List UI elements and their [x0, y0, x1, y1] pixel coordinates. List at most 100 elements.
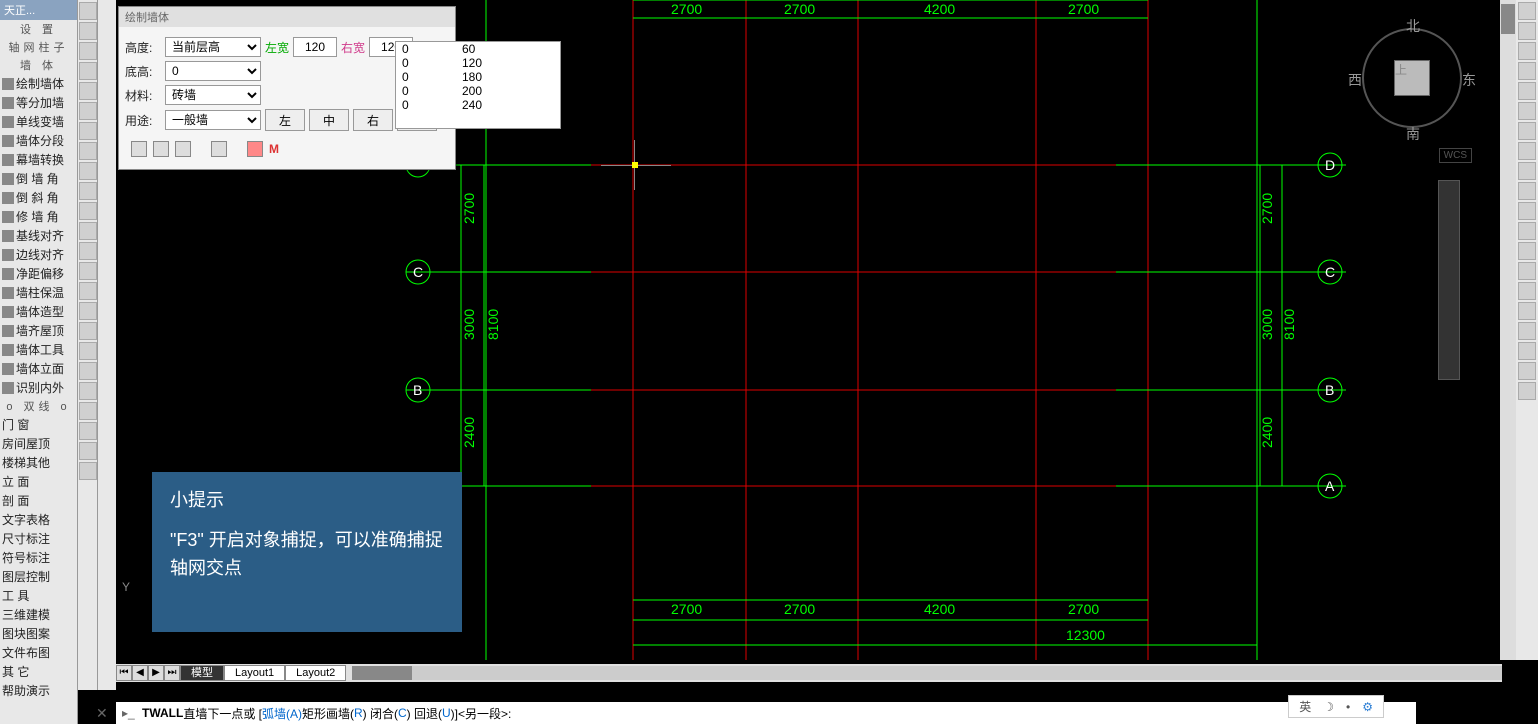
tool-icon[interactable] — [79, 402, 97, 420]
brush-icon[interactable] — [211, 141, 227, 157]
menu-item[interactable]: 帮助演示 — [0, 681, 77, 700]
tool-icon[interactable] — [1518, 82, 1536, 100]
menu-item[interactable]: 绘制墙体 — [0, 74, 77, 93]
menu-item[interactable]: 墙体造型 — [0, 302, 77, 321]
tool-icon[interactable] — [79, 302, 97, 320]
tool-icon[interactable] — [1518, 162, 1536, 180]
tool-icon[interactable] — [79, 322, 97, 340]
height-select[interactable]: 当前层高 — [165, 37, 261, 57]
menu-item[interactable]: 墙体立面 — [0, 359, 77, 378]
tool-icon[interactable] — [79, 422, 97, 440]
width-preset-list[interactable]: 060 0120 0180 0200 0240 — [395, 41, 561, 129]
tool-icon[interactable] — [1518, 262, 1536, 280]
command-line[interactable]: ▸_ TWALL 直墙下一点或 [ 弧墙(A) 矩形画墙( R ) 闭合( C … — [116, 702, 1416, 724]
tool-icon[interactable] — [79, 122, 97, 140]
cmd-option-rect[interactable]: R — [354, 706, 363, 720]
menu-item[interactable]: 边线对齐 — [0, 245, 77, 264]
menu-item[interactable]: 修 墙 角 — [0, 207, 77, 226]
menu-item[interactable]: 图层控制 — [0, 567, 77, 586]
tool-icon[interactable] — [1518, 182, 1536, 200]
left-width-input[interactable] — [293, 37, 337, 57]
tool-icon[interactable] — [1518, 302, 1536, 320]
tab-prev-button[interactable]: ◀ — [132, 665, 148, 681]
align-right-button[interactable]: 右 — [353, 109, 393, 131]
menu-section-settings[interactable]: 设 置 — [0, 20, 77, 38]
tool-icon[interactable] — [79, 362, 97, 380]
cmd-option-close[interactable]: C — [398, 706, 407, 720]
tool-icon[interactable] — [1518, 122, 1536, 140]
tool-icon[interactable] — [1518, 222, 1536, 240]
menu-item[interactable]: 门 窗 — [0, 415, 77, 434]
menu-item[interactable]: 三维建模 — [0, 605, 77, 624]
menu-item[interactable]: 立 面 — [0, 472, 77, 491]
ime-gear-icon[interactable]: ⚙ — [1362, 700, 1373, 714]
mode-line-icon[interactable] — [131, 141, 147, 157]
menu-item[interactable]: 其 它 — [0, 662, 77, 681]
ime-bar[interactable]: 英 ☽ • ⚙ — [1288, 695, 1384, 718]
vertical-scrollbar[interactable] — [1500, 0, 1516, 660]
menu-item[interactable]: 图块图案 — [0, 624, 77, 643]
menu-item[interactable]: 倒 斜 角 — [0, 188, 77, 207]
menu-item[interactable]: 识别内外 — [0, 378, 77, 397]
view-cube[interactable]: 上 — [1394, 60, 1430, 96]
horizontal-scrollbar[interactable] — [352, 666, 1502, 680]
align-left-button[interactable]: 左 — [265, 109, 305, 131]
command-expand-icon[interactable]: ✕ — [96, 705, 108, 722]
tab-layout2[interactable]: Layout2 — [285, 665, 346, 681]
tool-icon[interactable] — [79, 382, 97, 400]
ime-lang[interactable]: 英 — [1299, 698, 1311, 715]
menu-section-wall[interactable]: 墙 体 — [0, 56, 77, 74]
tool-icon[interactable] — [1518, 62, 1536, 80]
menu-item[interactable]: 单线变墙 — [0, 112, 77, 131]
tool-icon[interactable] — [1518, 282, 1536, 300]
tool-icon[interactable] — [79, 142, 97, 160]
menu-item[interactable]: 倒 墙 角 — [0, 169, 77, 188]
menu-item[interactable]: 墙齐屋顶 — [0, 321, 77, 340]
menu-item[interactable]: 墙柱保温 — [0, 283, 77, 302]
tool-icon[interactable] — [79, 62, 97, 80]
menu-item[interactable]: 基线对齐 — [0, 226, 77, 245]
tool-icon[interactable] — [79, 282, 97, 300]
tab-last-button[interactable]: ⏭ — [164, 665, 180, 681]
list-item[interactable]: 0120 — [396, 56, 560, 70]
tool-icon[interactable] — [1518, 382, 1536, 400]
menu-section-axis[interactable]: 轴网柱子 — [0, 38, 77, 56]
tool-icon[interactable] — [1518, 2, 1536, 20]
tool-icon[interactable] — [79, 442, 97, 460]
tool-icon[interactable] — [1518, 42, 1536, 60]
plus-icon[interactable] — [247, 141, 263, 157]
tool-icon[interactable] — [79, 162, 97, 180]
tool-icon[interactable] — [1518, 242, 1536, 260]
tab-model[interactable]: 模型 — [180, 665, 224, 681]
tab-layout1[interactable]: Layout1 — [224, 665, 285, 681]
tool-icon[interactable] — [1518, 322, 1536, 340]
tool-icon[interactable] — [79, 242, 97, 260]
menu-item[interactable]: 幕墙转换 — [0, 150, 77, 169]
dialog-title[interactable]: 绘制墙体 — [119, 7, 455, 27]
mode-rect-icon[interactable] — [175, 141, 191, 157]
menu-item[interactable]: 符号标注 — [0, 548, 77, 567]
list-item[interactable]: 0240 — [396, 98, 560, 112]
menu-item[interactable]: 墙体工具 — [0, 340, 77, 359]
menu-item[interactable]: 文件布图 — [0, 643, 77, 662]
draw-wall-dialog[interactable]: 绘制墙体 高度: 当前层高 左宽 右宽 底高: 0 材料: 砖墙 用途: 一般墙… — [118, 6, 456, 170]
tool-icon[interactable] — [1518, 22, 1536, 40]
menu-item[interactable]: 房间屋顶 — [0, 434, 77, 453]
menu-item[interactable]: 剖 面 — [0, 491, 77, 510]
tool-icon[interactable] — [1518, 342, 1536, 360]
menu-item[interactable]: 等分加墙 — [0, 93, 77, 112]
nav-bar[interactable] — [1438, 180, 1460, 380]
tool-icon[interactable] — [1518, 102, 1536, 120]
mode-arc-icon[interactable] — [153, 141, 169, 157]
menu-item[interactable]: 工 具 — [0, 586, 77, 605]
tool-icon[interactable] — [79, 22, 97, 40]
list-item[interactable]: 0180 — [396, 70, 560, 84]
cmd-option-undo[interactable]: U — [442, 706, 451, 720]
tool-icon[interactable] — [79, 222, 97, 240]
menu-item[interactable]: 墙体分段 — [0, 131, 77, 150]
scrollbar-thumb[interactable] — [352, 666, 412, 680]
menu-item[interactable]: 尺寸标注 — [0, 529, 77, 548]
menu-item[interactable]: 净距偏移 — [0, 264, 77, 283]
view-compass[interactable]: 上 北 南 东 西 — [1352, 18, 1472, 138]
tool-icon[interactable] — [79, 102, 97, 120]
